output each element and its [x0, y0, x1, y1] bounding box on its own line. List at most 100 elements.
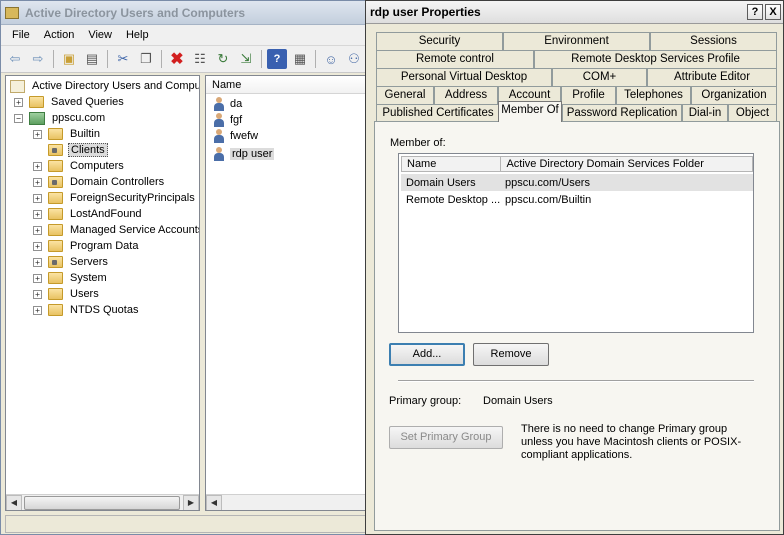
tab-attribute-editor[interactable]: Attribute Editor [647, 68, 777, 86]
help-button[interactable]: ? [747, 4, 763, 20]
list-item[interactable]: da [212, 96, 242, 112]
tree-item-ntds-quotas[interactable]: + NTDS Quotas [33, 302, 140, 318]
remove-button[interactable]: Remove [473, 343, 549, 366]
tab-member-of[interactable]: Member Of [498, 101, 562, 122]
expand-icon[interactable]: + [33, 161, 42, 171]
delete-icon[interactable]: ✖ [167, 49, 187, 69]
aduc-titlebar[interactable]: Active Directory Users and Computers [1, 1, 371, 25]
expand-icon[interactable]: + [33, 193, 42, 203]
tree-item-domain-controllers[interactable]: + Domain Controllers [33, 174, 166, 190]
expand-icon[interactable]: + [33, 257, 42, 267]
new-group-icon[interactable]: ⚇ [344, 49, 364, 69]
tab-password-replication[interactable]: Password Replication [562, 104, 682, 122]
group-row[interactable]: Domain Users ppscu.com/Users [401, 174, 753, 191]
tab-personal-virtual-desktop[interactable]: Personal Virtual Desktop [376, 68, 552, 86]
column-header-name[interactable]: Name [402, 157, 502, 171]
list-item-selected[interactable]: rdp user [212, 146, 275, 162]
tab-object[interactable]: Object [728, 104, 777, 122]
column-header-name[interactable]: Name [206, 76, 368, 94]
help-icon[interactable]: ? [267, 49, 287, 69]
toolbar-separator [53, 50, 54, 68]
tree-item-servers[interactable]: + Servers [33, 254, 110, 270]
member-of-list[interactable]: Name Active Directory Domain Services Fo… [398, 153, 754, 333]
close-button[interactable]: X [765, 4, 781, 20]
tab-security[interactable]: Security [376, 32, 503, 50]
menubar: File Action View Help [1, 25, 371, 46]
tree-item-lost-and-found[interactable]: + LostAndFound [33, 206, 144, 222]
scroll-right-icon[interactable]: ▶ [183, 494, 199, 510]
tab-remote-desktop-services-profile[interactable]: Remote Desktop Services Profile [534, 50, 777, 68]
up-folder-icon[interactable]: ▣ [59, 49, 79, 69]
expand-icon[interactable]: + [33, 289, 42, 299]
aduc-title: Active Directory Users and Computers [25, 5, 246, 20]
menu-help[interactable]: Help [119, 29, 156, 41]
scroll-left-icon[interactable]: ◀ [206, 494, 222, 510]
set-primary-group-button[interactable]: Set Primary Group [389, 426, 503, 449]
tab-telephones[interactable]: Telephones [616, 86, 691, 104]
menu-view[interactable]: View [81, 29, 119, 41]
expand-icon[interactable]: + [33, 177, 42, 187]
tree-item-builtin[interactable]: + Builtin [33, 126, 102, 142]
tab-environment[interactable]: Environment [503, 32, 650, 50]
tree-item-foreign-security-principals[interactable]: + ForeignSecurityPrincipals [33, 190, 197, 206]
tree-root[interactable]: Active Directory Users and Comput [10, 78, 199, 94]
forward-arrow-icon[interactable]: ⇨ [28, 49, 48, 69]
list-item[interactable]: fwefw [212, 128, 258, 144]
tab-dial-in[interactable]: Dial-in [682, 104, 728, 122]
collapse-icon[interactable]: − [14, 113, 23, 123]
tree-horizontal-scrollbar[interactable]: ◀ ▶ [6, 494, 199, 510]
aduc-root-icon [10, 79, 25, 93]
tab-profile[interactable]: Profile [561, 86, 616, 104]
tab-address[interactable]: Address [434, 86, 498, 104]
cut-icon[interactable]: ✂ [113, 49, 133, 69]
back-arrow-icon[interactable]: ⇦ [5, 49, 25, 69]
menu-file[interactable]: File [5, 29, 37, 41]
list-horizontal-scrollbar[interactable]: ◀ [206, 494, 368, 510]
tree-item-clients[interactable]: Clients [48, 142, 108, 158]
expand-icon[interactable]: + [33, 305, 42, 315]
properties-dialog: rdp user Properties ? X Security Environ… [365, 0, 784, 535]
show-pane-icon[interactable]: ▦ [290, 49, 310, 69]
expand-icon[interactable]: + [33, 129, 42, 139]
tree-item-saved-queries[interactable]: + Saved Queries [14, 94, 126, 110]
tab-general[interactable]: General [376, 86, 434, 104]
console-tree[interactable]: Active Directory Users and Comput + Save… [5, 75, 200, 511]
domain-icon [29, 111, 45, 125]
tab-com-plus[interactable]: COM+ [552, 68, 647, 86]
menu-action[interactable]: Action [37, 29, 82, 41]
expand-icon[interactable]: + [14, 97, 23, 107]
tree-item-users[interactable]: + Users [33, 286, 101, 302]
tree-item-label: System [70, 272, 107, 284]
new-user-icon[interactable]: ☺ [321, 49, 341, 69]
tree-item-domain[interactable]: − ppscu.com [14, 110, 107, 126]
properties-icon[interactable]: ☷ [190, 49, 210, 69]
tab-organization[interactable]: Organization [691, 86, 777, 104]
copy-icon[interactable]: ❐ [136, 49, 156, 69]
expand-icon[interactable]: + [33, 209, 42, 219]
expand-icon[interactable]: + [33, 241, 42, 251]
tab-remote-control[interactable]: Remote control [376, 50, 534, 68]
list-item[interactable]: fgf [212, 112, 242, 128]
scroll-thumb[interactable] [24, 495, 180, 510]
show-console-tree-icon[interactable]: ▤ [82, 49, 102, 69]
tab-published-certificates[interactable]: Published Certificates [376, 104, 500, 122]
expand-icon[interactable]: + [33, 273, 42, 283]
tree-item-label: LostAndFound [70, 208, 142, 220]
details-pane[interactable]: Name da fgf fwefw rdp user ◀ [205, 75, 369, 511]
tree-item-program-data[interactable]: + Program Data [33, 238, 140, 254]
tree-item-managed-service-accounts[interactable]: + Managed Service Accounts [33, 222, 199, 238]
expand-icon[interactable]: + [33, 225, 42, 235]
add-button[interactable]: Add... [389, 343, 465, 366]
tab-sessions[interactable]: Sessions [650, 32, 777, 50]
tree-item-computers[interactable]: + Computers [33, 158, 126, 174]
column-header-folder[interactable]: Active Directory Domain Services Folder [501, 157, 752, 171]
dialog-titlebar[interactable]: rdp user Properties [366, 1, 783, 24]
folder-icon [48, 240, 63, 252]
aduc-app-icon [5, 6, 19, 19]
group-row[interactable]: Remote Desktop ... ppscu.com/Builtin [401, 191, 753, 208]
tree-item-system[interactable]: + System [33, 270, 109, 286]
export-list-icon[interactable]: ⇲ [236, 49, 256, 69]
scroll-left-icon[interactable]: ◀ [6, 494, 22, 510]
tree-item-label: Servers [70, 256, 108, 268]
refresh-icon[interactable]: ↻ [213, 49, 233, 69]
